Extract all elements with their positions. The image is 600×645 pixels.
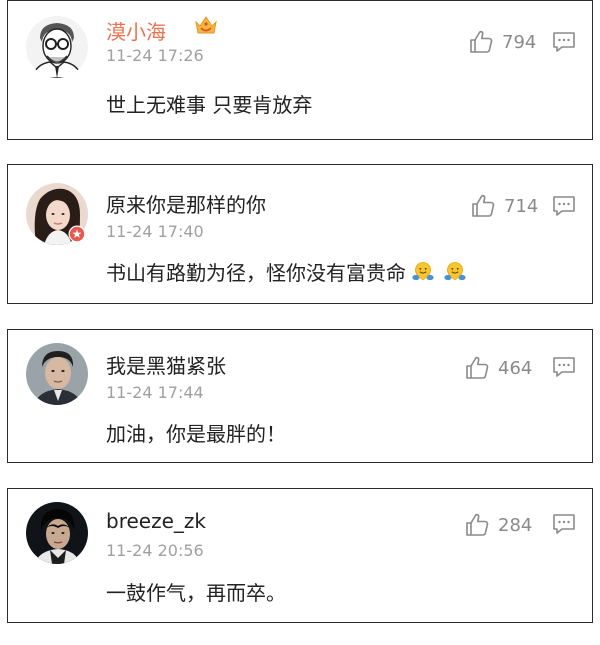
comment-reply-icon[interactable] bbox=[552, 195, 576, 217]
comment-card: 我是黑猫紧张 11-24 17:44 加油，你是最胖的！ 464 bbox=[7, 329, 593, 463]
comment-text-body: 书山有路勤为径，怪你没有富贵命 bbox=[106, 261, 406, 285]
hugging-face-emoji-icon bbox=[412, 261, 434, 283]
comment-text: 世上无难事 只要肯放弃 bbox=[106, 93, 313, 117]
timestamp: 11-24 20:56 bbox=[106, 541, 204, 560]
avatar[interactable] bbox=[26, 343, 88, 405]
verified-badge-icon bbox=[68, 225, 86, 243]
comment-text: 加油，你是最胖的！ bbox=[106, 422, 286, 446]
comment-card: 原来你是那样的你 11-24 17:40 书山有路勤为径，怪你没有富贵命 714 bbox=[7, 164, 593, 304]
username[interactable]: breeze_zk bbox=[106, 509, 206, 533]
comment-card: breeze_zk 11-24 20:56 一鼓作气，再而卒。 284 bbox=[7, 488, 593, 623]
timestamp: 11-24 17:40 bbox=[106, 222, 204, 241]
thumbs-up-icon bbox=[464, 355, 490, 381]
man-dark-portrait-icon bbox=[26, 502, 88, 564]
comment-reply-icon[interactable] bbox=[552, 356, 576, 378]
man-portrait-icon bbox=[26, 343, 88, 405]
like-count: 284 bbox=[498, 514, 533, 536]
comment-reply-icon[interactable] bbox=[552, 31, 576, 53]
vip-crown-icon bbox=[195, 16, 217, 34]
username[interactable]: 漠小海 bbox=[106, 16, 166, 45]
comment-text: 书山有路勤为径，怪你没有富贵命 bbox=[106, 257, 466, 286]
like-button[interactable]: 284 bbox=[464, 510, 532, 540]
thumbs-up-icon bbox=[468, 29, 494, 55]
thumbs-up-icon bbox=[464, 512, 490, 538]
like-count: 714 bbox=[504, 195, 539, 217]
hugging-face-emoji-icon bbox=[444, 261, 466, 283]
comment-card: 漠小海 11-24 17:26 世上无难事 只要肯放弃 794 bbox=[7, 0, 593, 140]
like-count: 794 bbox=[502, 31, 537, 53]
avatar[interactable] bbox=[26, 502, 88, 564]
thumbs-up-icon bbox=[470, 193, 496, 219]
sketch-portrait-icon bbox=[26, 16, 88, 78]
comment-text: 一鼓作气，再而卒。 bbox=[106, 581, 286, 605]
timestamp: 11-24 17:26 bbox=[106, 46, 204, 65]
timestamp: 11-24 17:44 bbox=[106, 383, 204, 402]
username[interactable]: 我是黑猫紧张 bbox=[106, 350, 226, 379]
like-button[interactable]: 714 bbox=[470, 191, 538, 221]
like-count: 464 bbox=[498, 357, 533, 379]
avatar[interactable] bbox=[26, 16, 88, 78]
username[interactable]: 原来你是那样的你 bbox=[106, 189, 266, 218]
like-button[interactable]: 464 bbox=[464, 353, 532, 383]
comment-reply-icon[interactable] bbox=[552, 513, 576, 535]
like-button[interactable]: 794 bbox=[468, 27, 536, 57]
